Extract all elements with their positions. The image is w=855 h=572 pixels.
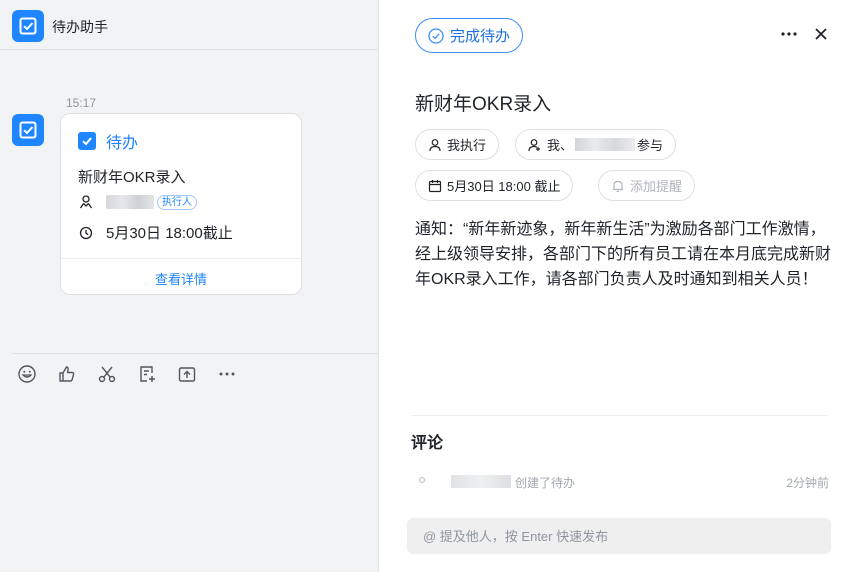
toolbar-divider xyxy=(12,353,378,354)
activity-user-blurred xyxy=(451,475,511,488)
followers-icon xyxy=(528,138,540,151)
checkbox-icon xyxy=(78,132,96,150)
complete-todo-button[interactable]: 完成待办 xyxy=(415,18,523,53)
card-header: 待办 xyxy=(78,129,138,153)
comment-input[interactable] xyxy=(407,518,831,554)
card-due-row: 5月30日 18:00截止 xyxy=(78,222,233,243)
followers-suffix: 参与 xyxy=(637,138,664,153)
activity-dot-icon xyxy=(419,477,425,483)
scissors-icon[interactable] xyxy=(96,363,118,385)
check-circle-icon xyxy=(428,27,444,44)
todo-app-icon[interactable] xyxy=(12,10,44,42)
clock-icon xyxy=(79,226,93,239)
bot-avatar[interactable] xyxy=(12,114,44,146)
card-assignee-row: 执行人 xyxy=(78,194,197,210)
card-title: 新财年OKR录入 xyxy=(78,169,186,186)
note-add-icon[interactable] xyxy=(136,363,158,385)
comments-divider xyxy=(411,415,827,416)
chat-title: 待办助手 xyxy=(52,19,108,35)
due-date-label: 5月30日 18:00 截止 xyxy=(447,179,561,194)
todo-detail-pane: 完成待办 新财年OKR录入 我执行 我、 参与 5月30日 18:00 截止 添… xyxy=(378,0,855,572)
bell-icon xyxy=(613,180,623,192)
chat-header: 待办助手 xyxy=(0,0,378,50)
calendar-icon xyxy=(428,179,442,192)
person-icon xyxy=(429,138,441,151)
assignee-chip[interactable]: 我执行 xyxy=(415,129,500,160)
followers-chip[interactable]: 我、 参与 xyxy=(515,129,677,160)
activity-text: 创建了待办 xyxy=(515,476,576,490)
share-icon[interactable] xyxy=(176,363,198,385)
assignee-name-blurred xyxy=(106,195,154,209)
message-time: 15:17 xyxy=(66,96,97,110)
view-details-link[interactable]: 查看详情 xyxy=(61,269,301,288)
due-date-chip[interactable]: 5月30日 18:00 截止 xyxy=(415,170,574,201)
todo-description[interactable]: 通知：“新年新迹象，新年新生活”为激励各部门工作激情，经上级领导安排，各部门下的… xyxy=(415,217,835,292)
assignee-icon xyxy=(79,195,93,209)
card-tag: 待办 xyxy=(106,135,139,152)
more-icon[interactable] xyxy=(216,363,238,385)
assignee-role-badge: 执行人 xyxy=(157,194,197,210)
activity-item: 创建了待办 2分钟前 xyxy=(419,474,829,490)
assignee-chip-label: 我执行 xyxy=(447,138,487,153)
card-divider xyxy=(61,258,301,259)
followers-prefix: 我、 xyxy=(547,138,574,153)
activity-time: 2分钟前 xyxy=(786,476,829,490)
emoji-icon[interactable] xyxy=(16,363,38,385)
add-reminder-label: 添加提醒 xyxy=(630,179,683,194)
more-options-icon[interactable] xyxy=(777,22,801,46)
card-due-text: 5月30日 18:00截止 xyxy=(106,225,233,242)
todo-card[interactable]: 待办 新财年OKR录入 执行人 5月30日 18:00截止 查看详情 xyxy=(60,113,302,295)
complete-todo-label: 完成待办 xyxy=(449,28,510,45)
followers-names-blurred xyxy=(575,138,636,151)
comments-heading: 评论 xyxy=(411,435,444,452)
chat-pane: 待办助手 15:17 待办 新财年OKR录入 执行人 5月30日 18:00截止… xyxy=(0,0,378,572)
add-reminder-chip[interactable]: 添加提醒 xyxy=(598,170,696,201)
todo-title[interactable]: 新财年OKR录入 xyxy=(415,89,551,116)
close-icon[interactable] xyxy=(809,22,833,46)
thumbs-up-icon[interactable] xyxy=(56,363,78,385)
